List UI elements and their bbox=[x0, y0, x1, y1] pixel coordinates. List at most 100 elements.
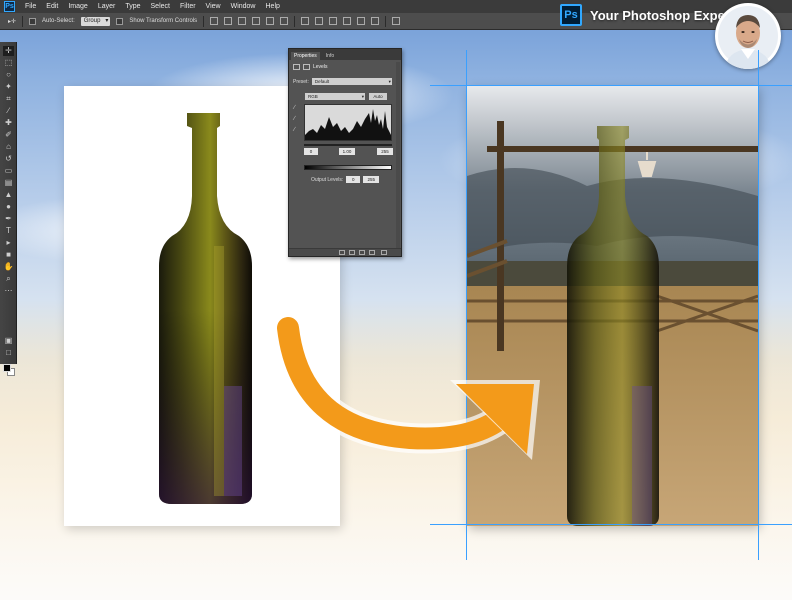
clone-stamp-tool-icon[interactable]: ⌂ bbox=[3, 142, 14, 152]
brush-tool-icon[interactable]: ✐ bbox=[3, 130, 14, 140]
align-right-icon[interactable] bbox=[280, 17, 289, 25]
lasso-tool-icon[interactable]: ○ bbox=[3, 70, 14, 80]
input-gamma-field[interactable]: 1.00 bbox=[339, 148, 355, 155]
visibility-eye-icon[interactable] bbox=[369, 250, 375, 255]
align-middle-icon[interactable] bbox=[224, 17, 233, 25]
distribute-center-icon[interactable] bbox=[357, 17, 366, 25]
preset-row: Preset: Default bbox=[293, 78, 392, 85]
distribute-middle-icon[interactable] bbox=[315, 17, 324, 25]
auto-select-dropdown[interactable]: Group bbox=[80, 16, 111, 26]
white-point-eyedropper-icon[interactable]: ∕ bbox=[294, 127, 295, 133]
tools-panel: ✛ ⬚ ○ ✦ ⌗ ∕ ✚ ✐ ⌂ ↺ ▭ ▤ ▲ ● ✒ T ▸ ■ ✋ ⌕ … bbox=[0, 42, 17, 376]
guide-line-bottom[interactable] bbox=[430, 524, 792, 525]
auto-select-label: Auto-Select: bbox=[42, 18, 75, 24]
options-divider bbox=[22, 15, 24, 27]
hand-tool-icon[interactable]: ✋ bbox=[3, 262, 14, 272]
align-bottom-icon[interactable] bbox=[238, 17, 247, 25]
history-brush-tool-icon[interactable]: ↺ bbox=[3, 154, 14, 164]
menu-layer[interactable]: Layer bbox=[98, 3, 116, 10]
menu-select[interactable]: Select bbox=[151, 3, 170, 10]
menu-view[interactable]: View bbox=[206, 3, 221, 10]
menu-filter[interactable]: Filter bbox=[180, 3, 196, 10]
menu-edit[interactable]: Edit bbox=[46, 3, 58, 10]
input-black-field[interactable]: 0 bbox=[304, 148, 318, 155]
preset-dropdown[interactable]: Default bbox=[311, 78, 392, 85]
healing-brush-tool-icon[interactable]: ✚ bbox=[3, 118, 14, 128]
histogram bbox=[304, 104, 392, 141]
type-tool-icon[interactable]: T bbox=[3, 226, 14, 236]
screen-mode-icon[interactable]: □ bbox=[3, 348, 14, 358]
auto-select-checkbox[interactable] bbox=[29, 17, 37, 25]
distribute-bottom-icon[interactable] bbox=[329, 17, 338, 25]
adjustment-title: Levels bbox=[313, 64, 328, 70]
output-black-field[interactable]: 0 bbox=[346, 176, 361, 183]
menu-window[interactable]: Window bbox=[231, 3, 256, 10]
align-top-icon[interactable] bbox=[210, 17, 219, 25]
reset-icon[interactable] bbox=[359, 250, 365, 255]
eyedropper-tool-icon[interactable]: ∕ bbox=[3, 106, 14, 116]
move-tool-icon[interactable]: ✛ bbox=[3, 46, 14, 56]
marquee-tool-icon[interactable]: ⬚ bbox=[3, 58, 14, 68]
crop-tool-icon[interactable]: ⌗ bbox=[3, 94, 14, 104]
move-tool-icon[interactable]: ▸✛ bbox=[8, 18, 16, 25]
avatar-portrait bbox=[718, 6, 778, 69]
menu-file[interactable]: File bbox=[25, 3, 36, 10]
menu-image[interactable]: Image bbox=[68, 3, 87, 10]
photoshop-app-icon: Ps bbox=[4, 1, 15, 12]
output-levels-label: Output Levels: bbox=[311, 176, 344, 183]
quick-mask-icon[interactable]: ▣ bbox=[3, 336, 14, 346]
black-point-eyedropper-icon[interactable]: ∕ bbox=[294, 105, 295, 111]
clip-to-layer-icon[interactable] bbox=[339, 250, 345, 255]
distribute-top-icon[interactable] bbox=[301, 17, 310, 25]
view-previous-icon[interactable] bbox=[349, 250, 355, 255]
panel-tabs: Properties Info bbox=[289, 49, 401, 60]
avatar bbox=[715, 3, 781, 69]
input-levels-slider[interactable] bbox=[304, 144, 392, 146]
channel-row: RGB Auto bbox=[305, 93, 387, 100]
output-levels-row: Output Levels: 0 255 bbox=[311, 176, 380, 183]
layer-mask-icon[interactable] bbox=[303, 64, 310, 70]
histogram-graph bbox=[305, 109, 391, 140]
distribute-left-icon[interactable] bbox=[343, 17, 352, 25]
auto-align-icon[interactable] bbox=[392, 17, 401, 25]
gray-point-eyedropper-icon[interactable]: ∕ bbox=[294, 116, 295, 122]
menu-help[interactable]: Help bbox=[266, 3, 280, 10]
input-white-field[interactable]: 255 bbox=[377, 148, 393, 155]
guide-line-top[interactable] bbox=[430, 85, 792, 86]
tab-properties[interactable]: Properties bbox=[291, 52, 320, 60]
tab-info[interactable]: Info bbox=[323, 52, 337, 60]
eraser-tool-icon[interactable]: ▭ bbox=[3, 166, 14, 176]
quick-select-tool-icon[interactable]: ✦ bbox=[3, 82, 14, 92]
panel-scrollbar[interactable] bbox=[396, 62, 400, 248]
channel-dropdown[interactable]: RGB bbox=[305, 93, 365, 100]
brand-title: Your Photoshop Expert bbox=[590, 7, 735, 23]
extra-tools-icon[interactable]: ⋯ bbox=[3, 286, 14, 296]
blur-tool-icon[interactable]: ▲ bbox=[3, 190, 14, 200]
show-transform-checkbox[interactable] bbox=[116, 17, 124, 25]
zoom-tool-icon[interactable]: ⌕ bbox=[3, 274, 14, 284]
input-levels-row: 0 1.00 255 bbox=[303, 148, 395, 156]
guide-line-right[interactable] bbox=[758, 50, 759, 560]
options-divider bbox=[294, 15, 296, 27]
pen-tool-icon[interactable]: ✒ bbox=[3, 214, 14, 224]
options-divider bbox=[203, 15, 205, 27]
properties-panel: Properties Info Levels Preset: Default R… bbox=[288, 48, 402, 257]
shape-tool-icon[interactable]: ■ bbox=[3, 250, 14, 260]
output-white-field[interactable]: 255 bbox=[363, 176, 380, 183]
adjustment-header: Levels bbox=[293, 64, 327, 70]
distribute-right-icon[interactable] bbox=[371, 17, 380, 25]
output-levels-gradient[interactable] bbox=[304, 165, 392, 170]
orange-arrow-icon bbox=[273, 313, 540, 460]
path-select-tool-icon[interactable]: ▸ bbox=[3, 238, 14, 248]
gradient-tool-icon[interactable]: ▤ bbox=[3, 178, 14, 188]
align-center-icon[interactable] bbox=[266, 17, 275, 25]
align-left-icon[interactable] bbox=[252, 17, 261, 25]
levels-adjustment-icon bbox=[293, 64, 300, 70]
trash-icon[interactable] bbox=[381, 250, 387, 255]
panel-footer bbox=[289, 248, 401, 256]
foreground-color-swatch[interactable] bbox=[3, 364, 11, 372]
show-transform-label: Show Transform Controls bbox=[129, 18, 198, 24]
dodge-tool-icon[interactable]: ● bbox=[3, 202, 14, 212]
menu-type[interactable]: Type bbox=[125, 3, 140, 10]
auto-button[interactable]: Auto bbox=[369, 93, 387, 100]
